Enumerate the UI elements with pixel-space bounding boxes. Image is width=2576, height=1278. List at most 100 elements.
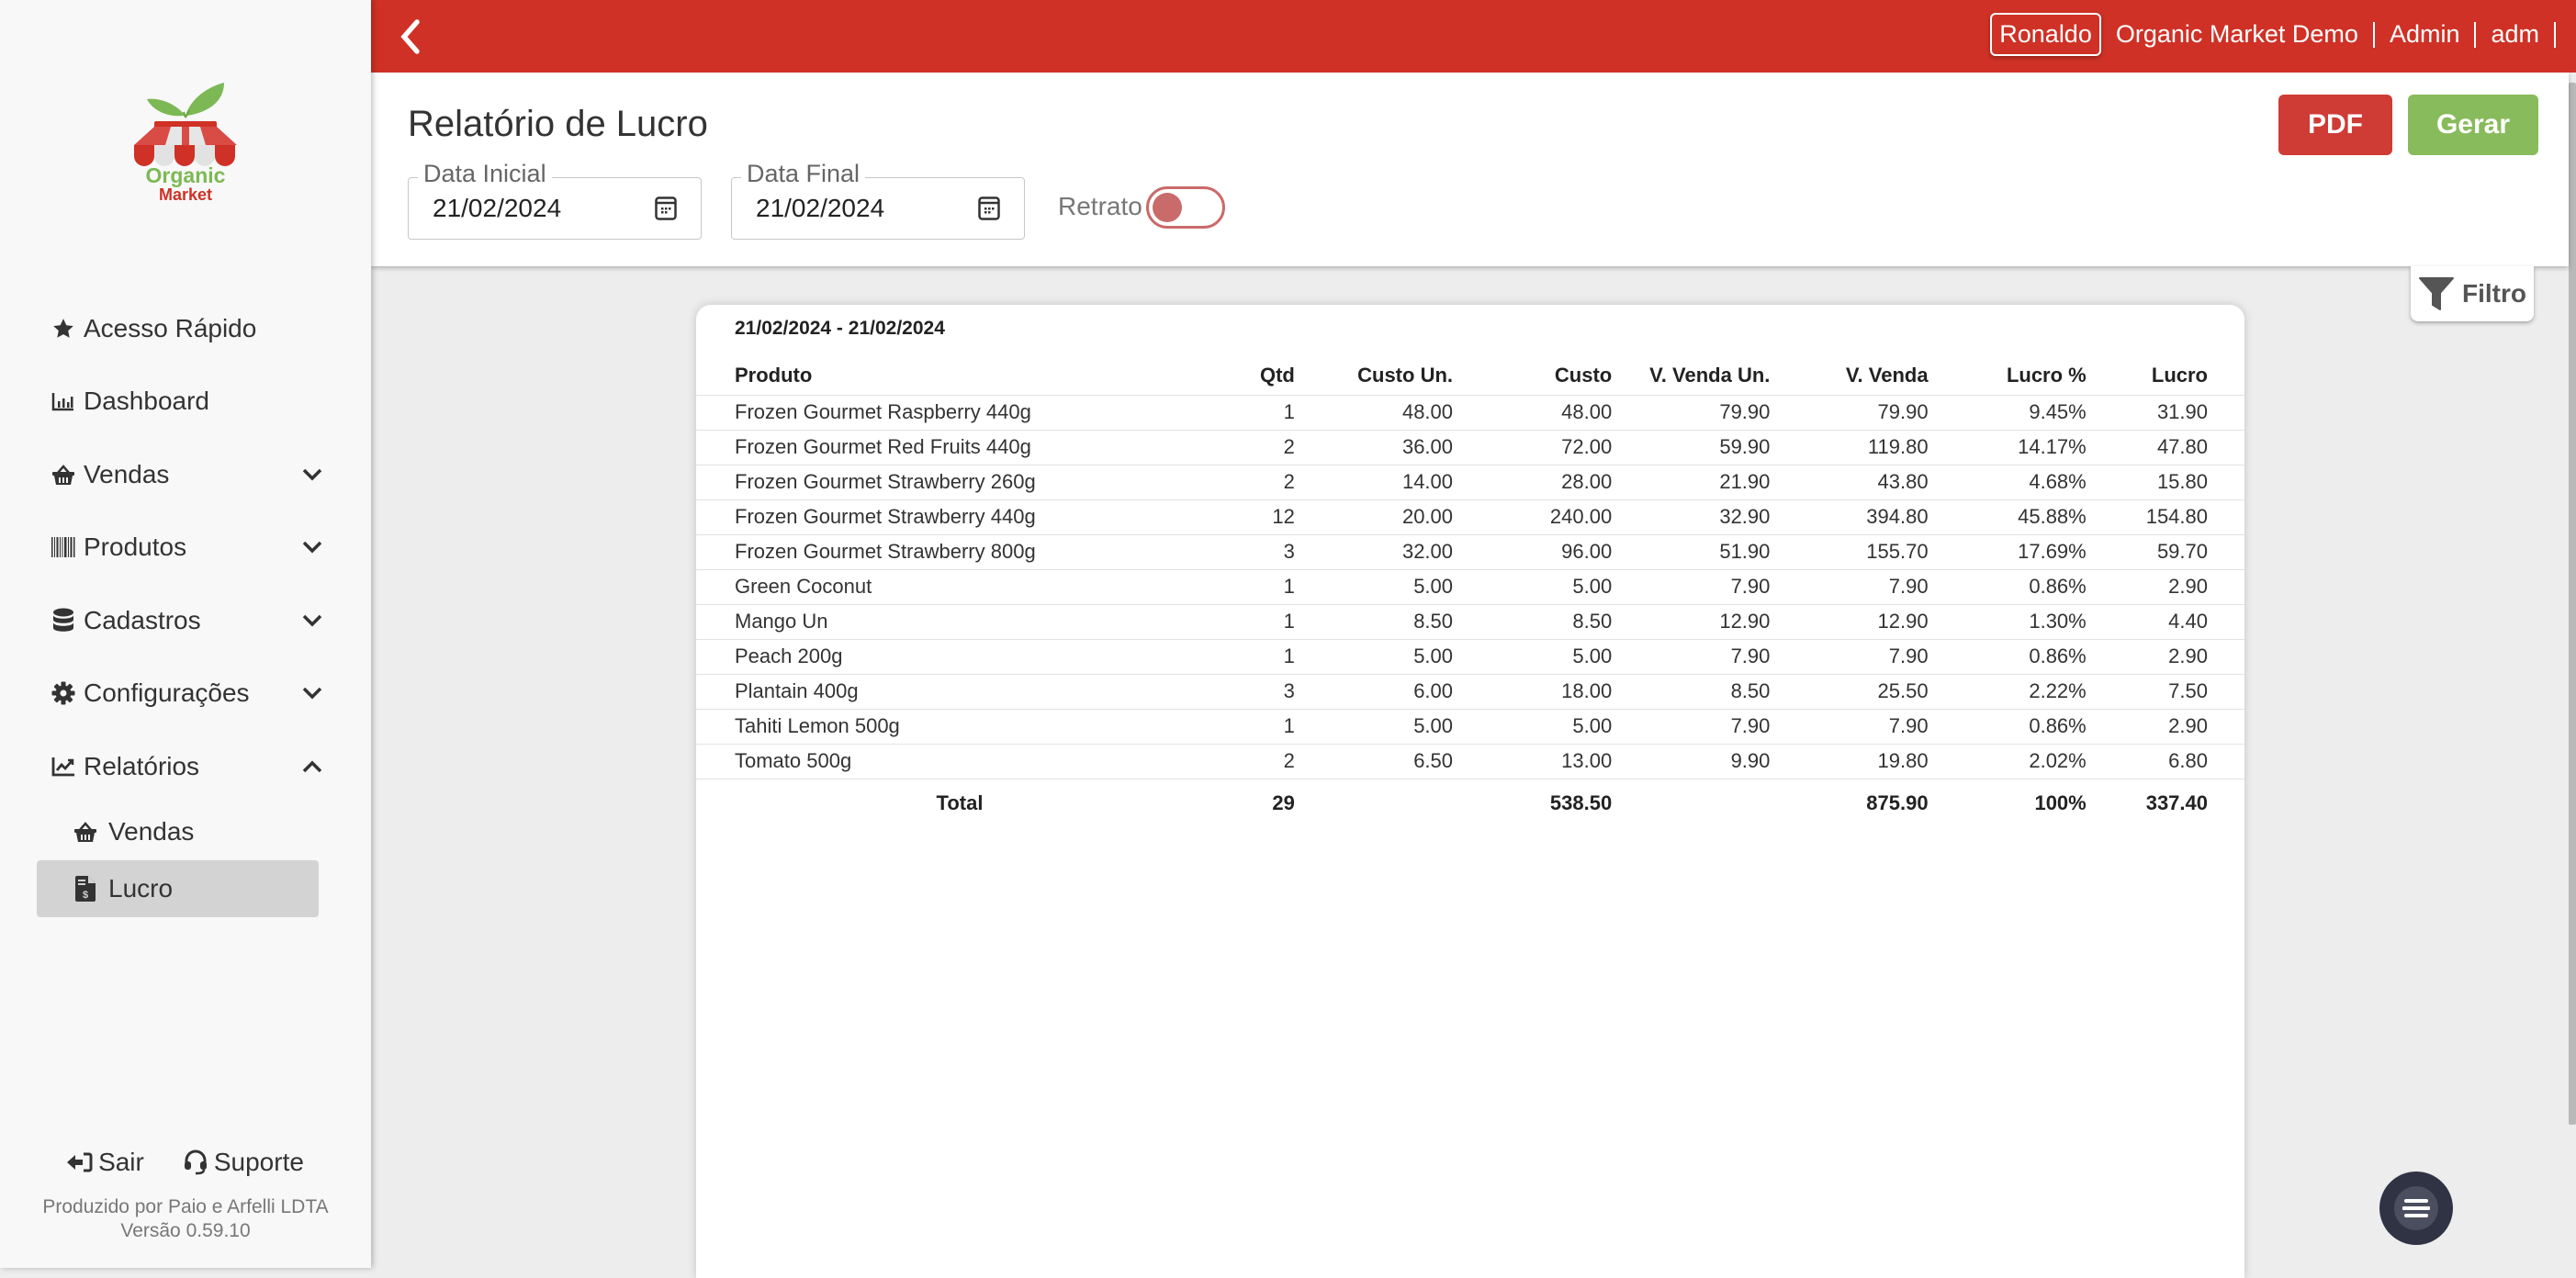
sidebar-subitem-relatorio-vendas[interactable]: Vendas <box>0 803 371 860</box>
sidebar-item-relatorios[interactable]: Relatórios <box>0 730 371 803</box>
cell-qtd: 1 <box>1222 708 1295 744</box>
cell-venda-un: 7.90 <box>1612 638 1771 674</box>
cell-custo-un: 36.00 <box>1294 429 1454 465</box>
cell-venda: 155.70 <box>1770 533 1929 569</box>
logout-link[interactable]: Sair <box>67 1148 144 1177</box>
organic-market-logo[interactable]: Organic Market <box>130 75 241 213</box>
filter-icon <box>2419 277 2454 310</box>
cell-venda-un: 9.90 <box>1612 743 1771 779</box>
company-name: Organic Market Demo <box>2115 20 2358 48</box>
cell-venda-un: 79.90 <box>1612 394 1771 430</box>
cell-venda-un: 7.90 <box>1612 568 1771 604</box>
table-row: Tahiti Lemon 500g 1 5.00 5.00 7.90 7.90 0.86% 2… <box>696 708 2244 744</box>
cell-custo-un: 8.50 <box>1294 603 1454 639</box>
end-date-label: Data Final <box>741 160 866 188</box>
user-area: Ronaldo Organic Market Demo Admin adm <box>1990 13 2556 56</box>
end-date-field[interactable]: Data Final <box>731 160 1025 240</box>
table-row: Peach 200g 1 5.00 5.00 7.90 7.90 0.86% 2.90 <box>696 638 2244 674</box>
cell-custo: 72.00 <box>1453 429 1613 465</box>
cell-qtd: 2 <box>1222 464 1295 499</box>
chevron-up-icon <box>302 760 322 772</box>
start-date-field[interactable]: Data Inicial <box>408 160 702 240</box>
logout-label: Sair <box>98 1148 144 1176</box>
cell-lucro: 2.90 <box>2086 708 2244 744</box>
hamburger-icon <box>2402 1199 2430 1217</box>
support-link[interactable]: Suporte <box>183 1148 304 1177</box>
page-scrollbar[interactable] <box>2569 83 2576 1125</box>
cell-produto: Frozen Gourmet Strawberry 800g <box>696 533 1223 569</box>
cell-custo: 8.50 <box>1453 603 1613 639</box>
cell-qtd: 2 <box>1222 743 1295 779</box>
floating-menu-button[interactable] <box>2379 1172 2453 1245</box>
cell-custo-un: 32.00 <box>1294 533 1454 569</box>
cell-produto: Mango Un <box>696 603 1223 639</box>
table-row: Frozen Gourmet Raspberry 440g 1 48.00 48.00… <box>696 394 2244 430</box>
portrait-toggle[interactable] <box>1146 186 1225 229</box>
col-header-lucro: Lucro <box>2151 363 2208 387</box>
pdf-button[interactable]: PDF <box>2278 95 2392 155</box>
back-button[interactable] <box>393 17 430 57</box>
chart-line-icon <box>51 754 76 779</box>
cell-custo: 13.00 <box>1453 743 1613 779</box>
user-login: adm <box>2491 20 2539 48</box>
start-date-label: Data Inicial <box>418 160 552 188</box>
cell-custo: 18.00 <box>1453 673 1613 709</box>
chevron-down-icon <box>302 614 322 627</box>
cell-venda-un: 7.90 <box>1612 708 1771 744</box>
sidebar-item-label: Vendas <box>84 459 170 488</box>
cell-venda: 7.90 <box>1770 638 1929 674</box>
filter-button[interactable]: Filtro <box>2411 266 2534 321</box>
sidebar-subitem-relatorio-lucro[interactable]: $ Lucro <box>37 859 319 917</box>
divider <box>2474 21 2477 48</box>
logo-text-organic: Organic <box>145 163 226 187</box>
table-header-row: Produto Qtd Custo Un. Custo V. Venda Un.… <box>696 356 2244 395</box>
cell-venda-un: 12.90 <box>1612 603 1771 639</box>
logo-text-market: Market <box>158 185 213 204</box>
calendar-icon[interactable] <box>655 196 677 220</box>
cell-lucro-pct: 17.69% <box>1928 533 2087 569</box>
sidebar-item-produtos[interactable]: Produtos <box>0 511 371 585</box>
cell-qtd: 3 <box>1222 533 1295 569</box>
chevron-down-icon <box>302 468 322 481</box>
cell-lucro: 2.90 <box>2086 568 2244 604</box>
cell-venda: 394.80 <box>1770 499 1929 534</box>
sidebar-footer: Sair Suporte Produzido por Paio e Arfell… <box>0 1148 371 1243</box>
col-header-produto: Produto <box>735 363 813 387</box>
barcode-icon <box>51 534 76 560</box>
chart-bar-icon <box>51 388 76 414</box>
sidebar: Organic Market Acesso Rápido Dashboard V… <box>0 0 371 1268</box>
basket-icon <box>73 820 97 844</box>
cell-qtd: 3 <box>1222 673 1295 709</box>
end-date-input[interactable] <box>756 194 958 223</box>
sidebar-item-cadastros[interactable]: Cadastros <box>0 584 371 657</box>
col-header-qtd: Qtd <box>1259 363 1295 387</box>
cell-qtd: 1 <box>1222 568 1295 604</box>
sidebar-item-vendas[interactable]: Vendas <box>0 438 371 511</box>
sidebar-item-configuracoes[interactable]: Configurações <box>0 657 371 731</box>
cell-lucro-pct: 2.22% <box>1928 673 2087 709</box>
report-sheet: 21/02/2024 - 21/02/2024 Produto Qtd Cust… <box>696 305 2244 1278</box>
sidebar-menu: Acesso Rápido Dashboard Vendas Produtos <box>0 292 371 917</box>
divider <box>2372 21 2375 48</box>
user-name-button[interactable]: Ronaldo <box>1990 13 2101 56</box>
cell-custo-un: 48.00 <box>1294 394 1454 430</box>
invoice-dollar-icon: $ <box>73 875 97 902</box>
sidebar-item-dashboard[interactable]: Dashboard <box>0 365 371 439</box>
report-period: 21/02/2024 - 21/02/2024 <box>735 318 945 339</box>
calendar-icon[interactable] <box>978 196 1000 220</box>
cell-produto: Frozen Gourmet Strawberry 260g <box>696 464 1223 499</box>
cell-lucro-pct: 45.88% <box>1928 499 2087 534</box>
sidebar-item-acesso-rapido[interactable]: Acesso Rápido <box>0 292 371 365</box>
total-cell-custo: 538.50 <box>1453 778 1613 828</box>
generate-button[interactable]: Gerar <box>2408 95 2538 155</box>
cell-venda-un: 21.90 <box>1612 464 1771 499</box>
user-role: Admin <box>2389 20 2460 48</box>
cell-venda-un: 8.50 <box>1612 673 1771 709</box>
cell-produto: Frozen Gourmet Raspberry 440g <box>696 394 1223 430</box>
sidebar-subitem-label: Vendas <box>108 816 195 846</box>
cell-lucro: 59.70 <box>2086 533 2244 569</box>
start-date-input[interactable] <box>433 194 635 223</box>
total-cell-venda-un <box>1612 778 1771 828</box>
top-bar: Ronaldo Organic Market Demo Admin adm <box>371 0 2576 73</box>
chevron-down-icon <box>302 542 322 554</box>
